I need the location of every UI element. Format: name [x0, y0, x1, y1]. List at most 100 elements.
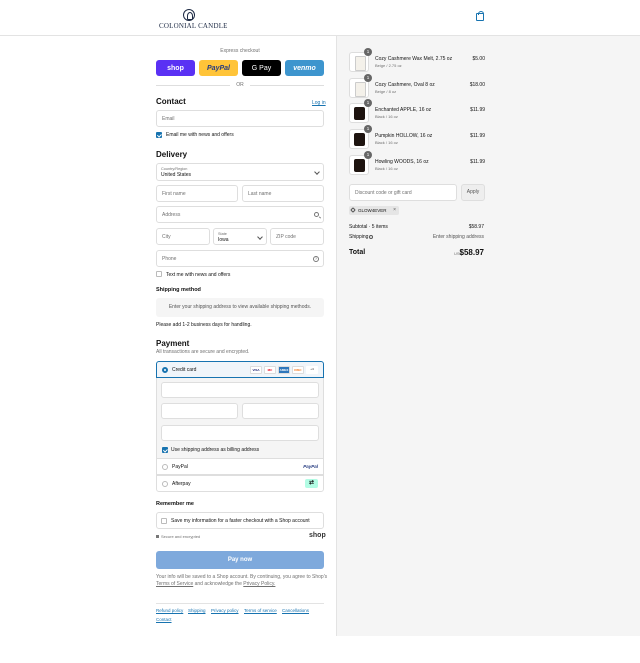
shop-pay-button[interactable]: shop	[156, 60, 195, 76]
product-variant: Beige / 8 oz	[375, 89, 397, 94]
credit-card-label: Credit card	[172, 367, 197, 373]
product-price: $5.00	[472, 56, 485, 62]
venmo-button[interactable]: venmo	[285, 60, 324, 76]
brand-name: COLONIAL CANDLE	[159, 22, 228, 30]
last-name-field[interactable]: Last name	[242, 185, 324, 202]
remove-discount-icon[interactable]: ×	[393, 207, 396, 213]
product-variant: Black / 16 oz	[375, 114, 398, 119]
line-item: 1 Cozy Cashmere, Oval 8 oz Beige / 8 oz …	[349, 74, 485, 100]
brand-logo[interactable]: COLONIAL CANDLE	[159, 9, 228, 30]
chevron-down-icon	[314, 169, 320, 175]
shipping-notice: Enter your shipping address to view avai…	[156, 298, 324, 317]
refund-policy-link[interactable]: Refund policy	[156, 608, 183, 613]
paypal-radio[interactable]	[162, 464, 168, 470]
subtotal-value: $58.97	[468, 224, 484, 230]
zip-placeholder: ZIP code	[276, 234, 296, 240]
visa-icon: VISA	[250, 366, 262, 374]
text-news-label: Text me with news and offers	[166, 272, 231, 278]
credit-card-form: Use shipping address as billing address	[156, 378, 324, 458]
first-name-field[interactable]: First name	[156, 185, 238, 202]
country-select[interactable]: Country/Region United States	[156, 163, 324, 181]
quantity-badge: 1	[364, 125, 372, 133]
email-placeholder: Email	[162, 116, 175, 122]
amex-icon: AMEX	[278, 366, 290, 374]
credit-card-radio[interactable]	[162, 367, 168, 373]
product-name: Pumpkin HOLLOW, 16 oz	[375, 133, 433, 139]
privacy-policy-footer-link[interactable]: Privacy policy	[211, 608, 239, 613]
delivery-title: Delivery	[156, 150, 188, 159]
text-news-checkbox[interactable]	[156, 271, 162, 277]
line-item: 1 Howling WOODS, 16 oz Black / 16 oz $11…	[349, 151, 485, 177]
info-icon[interactable]	[369, 234, 374, 239]
product-price: $18.00	[469, 82, 485, 88]
order-summary-panel	[336, 36, 640, 636]
shop-logo: shop	[309, 532, 326, 539]
product-name: Howling WOODS, 16 oz	[375, 159, 429, 165]
product-variant: Beige / 2.75 oz	[375, 63, 402, 68]
discount-code-field[interactable]: Discount code or gift card	[349, 184, 457, 201]
afterpay-option[interactable]: Afterpay ⇄	[156, 475, 324, 492]
shopping-bag-icon[interactable]	[476, 11, 484, 21]
contact-link[interactable]: Contact	[156, 617, 172, 622]
login-link[interactable]: Log in	[312, 100, 326, 106]
save-info-checkbox[interactable]	[161, 518, 167, 524]
zip-field[interactable]: ZIP code	[270, 228, 324, 245]
shipping-link[interactable]: Shipping	[188, 608, 206, 613]
paypal-option[interactable]: PayPal PayPal	[156, 458, 324, 475]
or-divider: OR	[156, 82, 324, 88]
product-name: Cozy Cashmere Wax Melt, 2.75 oz	[375, 56, 453, 62]
google-pay-button[interactable]: G Pay	[242, 60, 281, 76]
payment-subtitle: All transactions are secure and encrypte…	[156, 349, 250, 355]
quantity-badge: 1	[364, 74, 372, 82]
or-label: OR	[236, 82, 244, 88]
mastercard-icon: MC	[264, 366, 276, 374]
state-value: Iowa	[218, 237, 229, 243]
footer-divider	[156, 603, 324, 604]
pay-now-button[interactable]: Pay now	[156, 551, 324, 569]
email-news-checkbox[interactable]	[156, 132, 162, 138]
email-field[interactable]: Email	[156, 110, 324, 127]
expiration-field[interactable]	[161, 403, 238, 419]
city-field[interactable]: City	[156, 228, 210, 245]
country-value: United States	[161, 172, 192, 178]
security-code-field[interactable]	[242, 403, 319, 419]
apply-button[interactable]: Apply	[461, 184, 485, 201]
cancellations-link[interactable]: Cancellations	[282, 608, 309, 613]
email-news-label: Email me with news and offers	[166, 132, 234, 138]
card-number-field[interactable]	[161, 382, 319, 398]
product-price: $11.99	[470, 159, 485, 165]
discount-placeholder: Discount code or gift card	[355, 190, 412, 196]
country-label: Country/Region	[161, 167, 188, 171]
terms-of-service-footer-link[interactable]: Terms of service	[244, 608, 277, 613]
discount-tag-chip: GLOW4EVER ×	[349, 206, 399, 215]
line-item: 1 Enchanted APPLE, 16 oz Black / 16 oz $…	[349, 99, 485, 125]
consent-text: Your info will be saved to a Shop accoun…	[156, 574, 328, 580]
product-name: Enchanted APPLE, 16 oz	[375, 107, 432, 113]
terms-of-service-link[interactable]: Terms of Service	[156, 581, 193, 587]
shipping-summary-value: Enter shipping address	[432, 234, 484, 240]
phone-field[interactable]: Phone ?	[156, 250, 324, 267]
quantity-badge: 1	[364, 99, 372, 107]
paypal-logo: PayPal	[303, 464, 318, 469]
save-info-box[interactable]: Save my information for a faster checkou…	[156, 512, 324, 529]
last-name-placeholder: Last name	[248, 191, 272, 197]
city-placeholder: City	[162, 234, 171, 240]
credit-card-option[interactable]: Credit card VISA MC AMEX DISC +4	[156, 361, 324, 378]
product-price: $11.99	[470, 107, 485, 113]
help-icon[interactable]: ?	[313, 256, 319, 262]
privacy-policy-link[interactable]: Privacy Policy.	[243, 581, 275, 587]
card-logos: VISA MC AMEX DISC +4	[250, 366, 318, 374]
secure-label: Secure and encrypted	[161, 534, 201, 539]
consent-line2: Terms of Service and acknowledge the Pri…	[156, 581, 275, 587]
state-select[interactable]: State Iowa	[213, 228, 267, 245]
billing-label: Use shipping address as billing address	[171, 447, 260, 453]
name-on-card-field[interactable]	[161, 425, 319, 441]
address-field[interactable]: Address	[156, 206, 324, 223]
total-value: $58.97	[459, 248, 484, 257]
first-name-placeholder: First name	[162, 191, 186, 197]
tag-icon	[350, 207, 356, 213]
billing-checkbox[interactable]	[162, 447, 168, 453]
search-icon	[314, 212, 319, 217]
afterpay-radio[interactable]	[162, 481, 168, 487]
paypal-button[interactable]: PayPal	[199, 60, 238, 76]
